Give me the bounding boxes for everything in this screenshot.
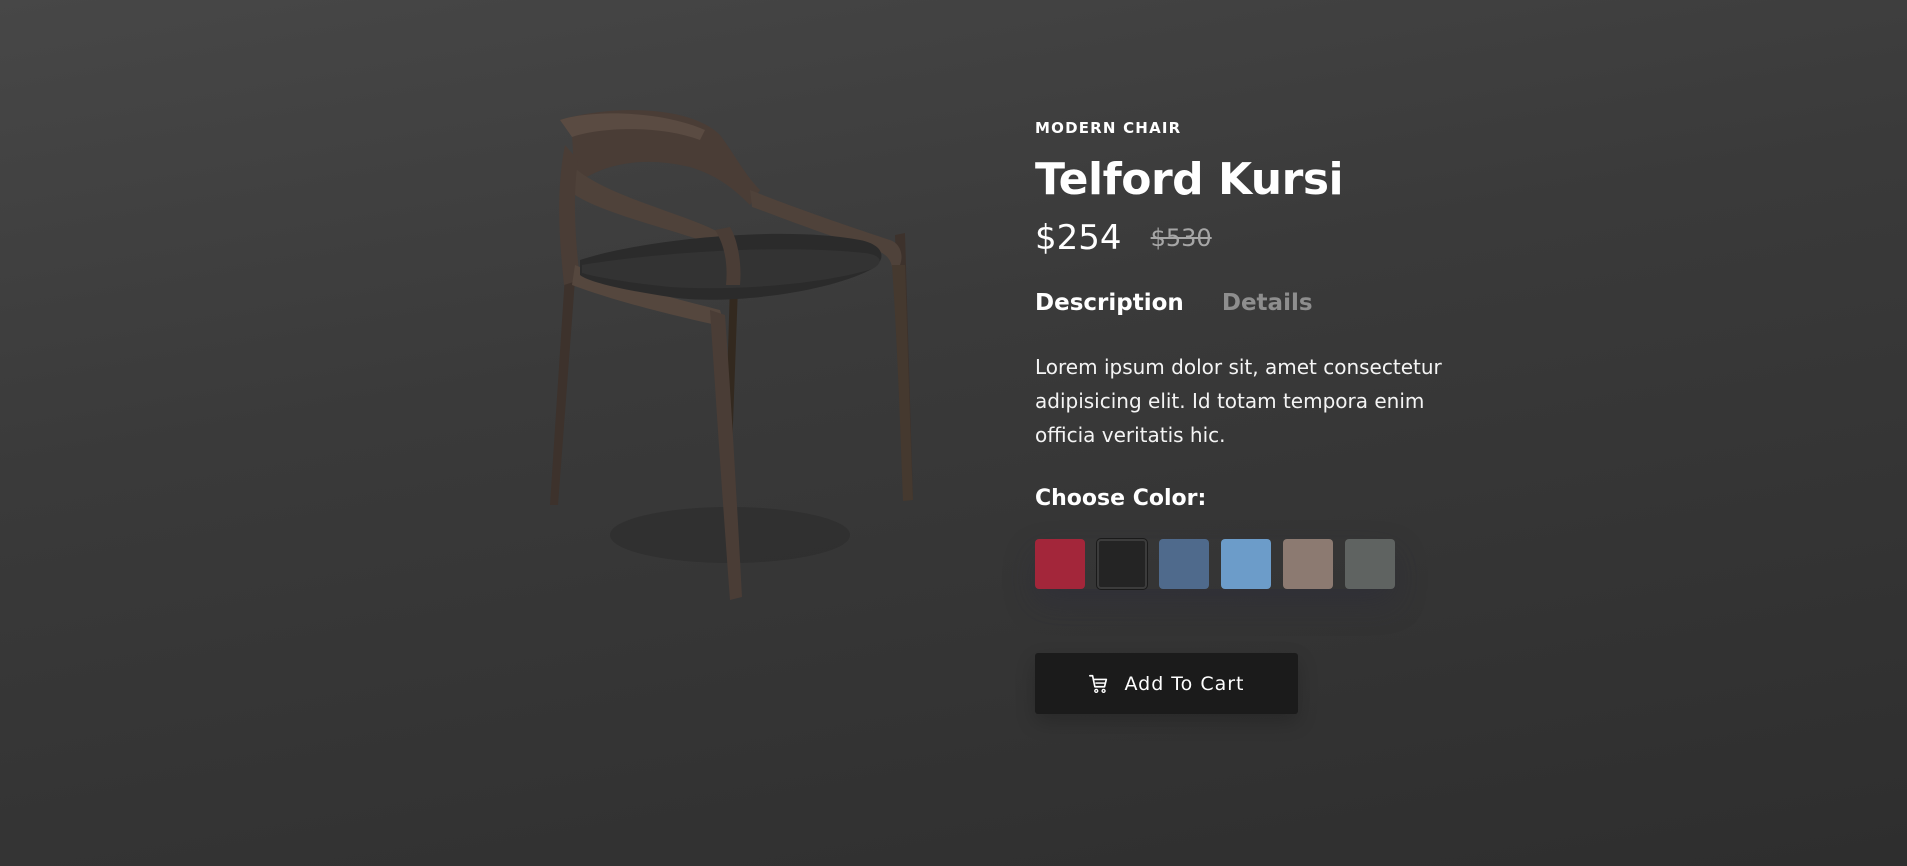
add-to-cart-label: Add To Cart bbox=[1124, 672, 1245, 695]
color-swatch-grey[interactable] bbox=[1345, 539, 1395, 589]
cart-icon bbox=[1089, 674, 1108, 693]
price-old: $530 bbox=[1150, 224, 1212, 252]
product-title: Telford Kursi bbox=[1035, 154, 1344, 205]
chair-image bbox=[550, 110, 913, 600]
product-description: Lorem ipsum dolor sit, amet consectetur … bbox=[1035, 355, 1442, 447]
color-swatches bbox=[1035, 539, 1395, 589]
tab-details[interactable]: Details bbox=[1222, 290, 1313, 316]
product-category: MODERN CHAIR bbox=[1035, 119, 1182, 137]
tab-description[interactable]: Description bbox=[1035, 290, 1184, 316]
color-swatch-black[interactable] bbox=[1097, 539, 1147, 589]
add-to-cart-button[interactable]: Add To Cart bbox=[1035, 653, 1298, 714]
product-tabs: Description Details bbox=[1035, 290, 1346, 316]
color-swatch-light-blue[interactable] bbox=[1221, 539, 1271, 589]
product-info: MODERN CHAIR Telford Kursi $254 $530 Des… bbox=[1035, 118, 1495, 714]
price-group: $254 $530 bbox=[1035, 218, 1212, 258]
color-swatch-beige[interactable] bbox=[1283, 539, 1333, 589]
price-current: $254 bbox=[1035, 218, 1122, 258]
color-swatch-denim[interactable] bbox=[1159, 539, 1209, 589]
color-label: Choose Color: bbox=[1035, 486, 1207, 511]
color-swatch-red[interactable] bbox=[1035, 539, 1085, 589]
product-image bbox=[520, 105, 940, 625]
